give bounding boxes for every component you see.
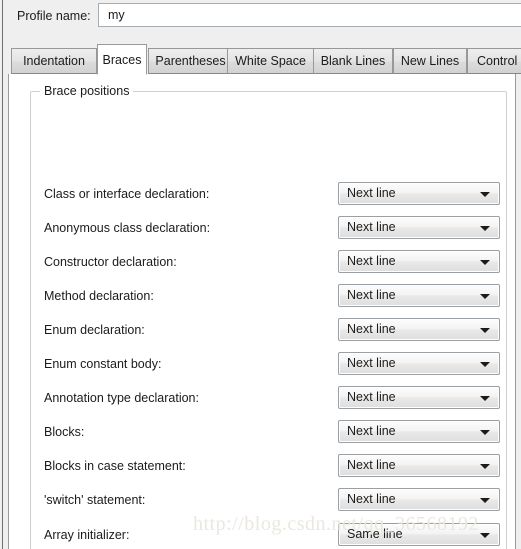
combo-value: Next line [347,390,396,404]
tab-new-lines[interactable]: New Lines [393,48,467,74]
combo-value: Next line [347,288,396,302]
enum-constant-body-dropdown[interactable]: Next line [338,352,500,375]
combo-value: Next line [347,186,396,200]
chevron-down-icon [480,498,490,503]
combo-value: Next line [347,322,396,336]
combo-value: Next line [347,254,396,268]
blocks-dropdown[interactable]: Next line [338,420,500,443]
combo-value: Same line [347,527,403,541]
chevron-down-icon [480,328,490,333]
setting-row: Anonymous class declaration: Next line [9,216,515,244]
setting-label: 'switch' statement: [44,493,146,507]
chevron-down-icon [480,396,490,401]
tab-label: White Space [235,54,306,68]
chevron-down-icon [480,294,490,299]
chevron-down-icon [480,464,490,469]
setting-row: Enum constant body: Next line [9,352,515,380]
switch-statement-dropdown[interactable]: Next line [338,488,500,511]
tab-label: Indentation [23,54,85,68]
combo-value: Next line [347,220,396,234]
chevron-down-icon [480,260,490,265]
setting-label: Array initializer: [44,528,130,542]
chevron-down-icon [480,533,490,538]
tab-indentation[interactable]: Indentation [11,48,97,74]
method-declaration-dropdown[interactable]: Next line [338,284,500,307]
tab-parentheses[interactable]: Parentheses [148,48,233,74]
tab-control-statements[interactable]: Control St [467,48,521,74]
tab-blank-lines[interactable]: Blank Lines [313,48,393,74]
setting-label: Class or interface declaration: [44,187,210,201]
setting-row: Annotation type declaration: Next line [9,386,515,414]
setting-row: Method declaration: Next line [9,284,515,312]
chevron-down-icon [480,362,490,367]
array-initializer-dropdown[interactable]: Same line [338,523,500,546]
constructor-declaration-dropdown[interactable]: Next line [338,250,500,273]
combo-value: Next line [347,458,396,472]
annotation-type-declaration-dropdown[interactable]: Next line [338,386,500,409]
combo-value: Next line [347,356,396,370]
tab-label: Braces [102,53,142,67]
tab-label: Blank Lines [320,54,386,68]
combo-value: Next line [347,492,396,506]
setting-row: Class or interface declaration: Next lin… [9,182,515,210]
combo-value: Next line [347,424,396,438]
chevron-down-icon [480,192,490,197]
blocks-in-case-statement-dropdown[interactable]: Next line [338,454,500,477]
setting-row: Blocks: Next line [9,420,515,448]
setting-row: Enum declaration: Next line [9,318,515,346]
profile-name-label: Profile name: [17,9,91,23]
chevron-down-icon [480,430,490,435]
chevron-down-icon [480,226,490,231]
setting-label: Blocks in case statement: [44,459,186,473]
anonymous-class-declaration-dropdown[interactable]: Next line [338,216,500,239]
enum-declaration-dropdown[interactable]: Next line [338,318,500,341]
tab-label: Parentheses [155,54,226,68]
setting-label: Enum constant body: [44,357,162,371]
setting-row: Constructor declaration: Next line [9,250,515,278]
setting-label: Blocks: [44,425,85,439]
setting-label: Anonymous class declaration: [44,221,211,235]
formatter-profile-dialog: Profile name: Indentation Braces Parenth… [3,0,521,549]
class-or-interface-declaration-dropdown[interactable]: Next line [338,182,500,205]
tab-braces[interactable]: Braces [97,44,147,75]
brace-positions-group-title: Brace positions [40,84,134,98]
setting-row: 'switch' statement: Next line [9,488,515,516]
setting-row: Blocks in case statement: Next line [9,454,515,482]
setting-label: Constructor declaration: [44,255,177,269]
setting-label: Method declaration: [44,289,154,303]
tab-white-space[interactable]: White Space [227,48,314,74]
tab-bar: Indentation Braces Parentheses White Spa… [3,44,521,75]
setting-label: Enum declaration: [44,323,145,337]
setting-label: Annotation type declaration: [44,391,199,405]
profile-name-input[interactable] [98,3,521,27]
setting-row: Array initializer: Same line [9,523,515,549]
tab-label: New Lines [400,54,460,68]
profile-name-row: Profile name: [3,0,521,33]
tab-label: Control St [477,54,521,68]
braces-tab-panel: Brace positions Class or interface decla… [8,74,516,549]
